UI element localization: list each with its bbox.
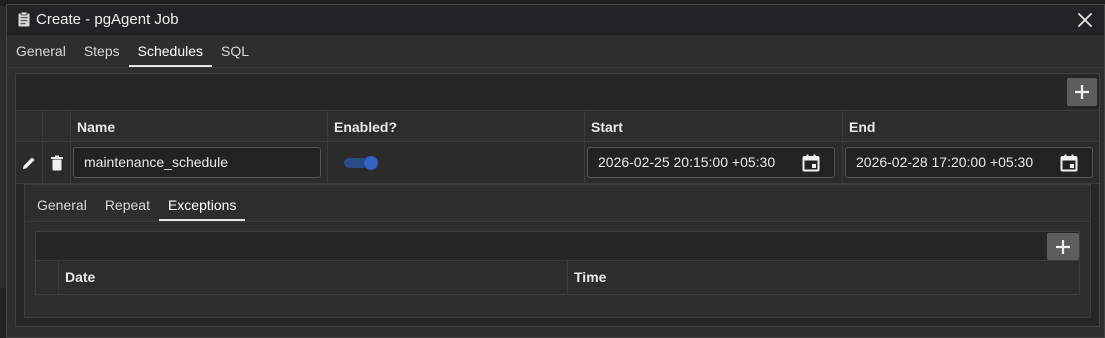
calendar-icon[interactable] (1060, 154, 1078, 172)
trash-icon (50, 155, 63, 171)
schedule-row: maintenance_schedule 2026-02-25 20:15:00… (16, 142, 1099, 184)
end-datetime-input[interactable]: 2026-02-28 17:20:00 +05:30 (845, 147, 1093, 178)
create-pgagent-job-dialog: Create - pgAgent Job General Steps Sched… (6, 4, 1105, 338)
tab-schedules[interactable]: Schedules (128, 39, 213, 67)
tab-sql[interactable]: SQL (212, 39, 258, 67)
schedule-name-input[interactable]: maintenance_schedule (73, 147, 321, 178)
schedule-details-panel: General Repeat Exceptions Date Time (24, 184, 1091, 318)
delete-column-header (42, 111, 70, 143)
edit-row-button[interactable] (16, 142, 42, 184)
name-cell: maintenance_schedule (70, 142, 327, 184)
start-datetime-value: 2026-02-25 20:15:00 +05:30 (598, 154, 776, 170)
add-schedule-button[interactable] (1067, 78, 1097, 106)
exception-action-column-header (36, 261, 58, 294)
enabled-cell (327, 142, 584, 184)
schedule-tab-general[interactable]: General (28, 193, 96, 221)
tab-divider (7, 67, 1104, 68)
clipboard-icon (18, 12, 30, 27)
tab-steps[interactable]: Steps (75, 39, 129, 67)
calendar-icon[interactable] (802, 154, 820, 172)
edit-column-header (16, 111, 42, 143)
schedules-grid-header: Name Enabled? Start End (16, 110, 1101, 143)
end-cell: 2026-02-28 17:20:00 +05:30 (842, 142, 1101, 184)
plus-icon (1075, 85, 1089, 99)
schedule-tab-exceptions[interactable]: Exceptions (158, 193, 246, 221)
add-exception-button[interactable] (1047, 233, 1079, 260)
time-column-header: Time (567, 261, 1079, 294)
exceptions-grid-header: Date Time (36, 260, 1079, 294)
date-column-header: Date (58, 261, 567, 294)
main-tab-bar: General Steps Schedules SQL (7, 39, 258, 67)
start-cell: 2026-02-25 20:15:00 +05:30 (584, 142, 842, 184)
dialog-titlebar[interactable]: Create - pgAgent Job (7, 5, 1104, 35)
end-column-header: End (842, 111, 1101, 143)
tab-general[interactable]: General (7, 39, 75, 67)
plus-icon (1056, 239, 1070, 254)
start-datetime-input[interactable]: 2026-02-25 20:15:00 +05:30 (587, 147, 835, 178)
dialog-title: Create - pgAgent Job (36, 11, 179, 28)
schedules-panel: Name Enabled? Start End maintenance_sche… (15, 73, 1100, 327)
end-datetime-value: 2026-02-28 17:20:00 +05:30 (856, 154, 1034, 170)
schedule-tab-bar: General Repeat Exceptions (25, 193, 246, 221)
start-column-header: Start (584, 111, 842, 143)
schedule-tab-repeat[interactable]: Repeat (96, 193, 159, 221)
schedule-tab-divider (25, 221, 1090, 222)
exceptions-grid: Date Time (35, 231, 1080, 295)
name-column-header: Name (70, 111, 327, 143)
enabled-column-header: Enabled? (327, 111, 584, 143)
pencil-icon (23, 157, 35, 169)
delete-row-button[interactable] (42, 142, 70, 184)
close-icon[interactable] (1074, 9, 1096, 31)
enabled-toggle[interactable] (344, 156, 378, 170)
